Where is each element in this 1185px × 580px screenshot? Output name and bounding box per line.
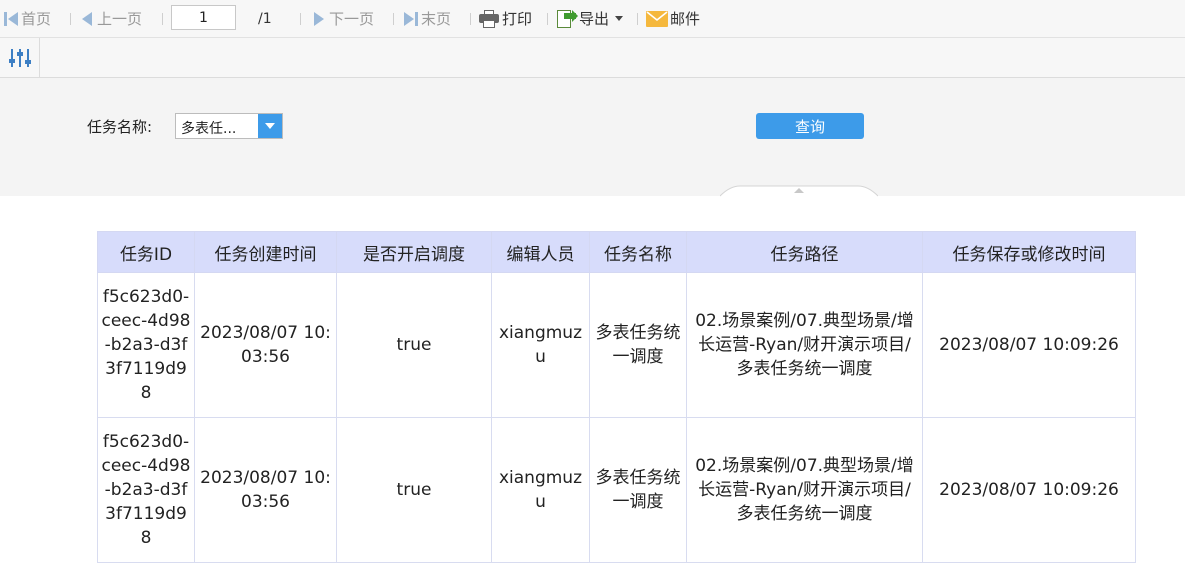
prev-page-button[interactable]: 上一页 [82, 0, 142, 37]
toolbar-divider [70, 13, 71, 25]
print-label: 打印 [502, 10, 533, 28]
table-header-row: 任务ID 任务创建时间 是否开启调度 编辑人员 任务名称 任务路径 任务保存或修… [97, 231, 1136, 273]
task-path-cell: 02.场景案例/07.典型场景/增长运营-Ryan/财开演示项目/多表任务统一调… [686, 272, 923, 418]
last-page-button[interactable]: 末页 [404, 0, 451, 37]
parameter-panel-toggle[interactable] [0, 38, 40, 77]
created-time-cell: 2023/08/07 10:03:56 [194, 272, 337, 418]
mail-label: 邮件 [670, 10, 701, 28]
toolbar-divider [393, 13, 394, 25]
task-name-cell: 多表任务统一调度 [589, 272, 687, 418]
schedule-enabled-cell: true [336, 272, 492, 418]
next-page-button[interactable]: 下一页 [314, 0, 374, 37]
schedule-enabled-cell: true [336, 417, 492, 563]
column-header: 是否开启调度 [336, 231, 492, 273]
dropdown-button[interactable] [258, 114, 282, 138]
modified-time-cell: 2023/08/07 10:09:26 [922, 417, 1136, 563]
table-row: f5c623d0-ceec-4d98-b2a3-d3f3f7119d98 202… [97, 272, 1136, 418]
mail-button[interactable]: 邮件 [646, 0, 700, 37]
toolbar-divider [637, 13, 638, 25]
toolbar-divider [547, 13, 548, 25]
column-header: 任务保存或修改时间 [922, 231, 1136, 273]
report-toolbar: 首页 上一页 /1 下一页 末页 打印 导出 邮件 [0, 0, 1185, 38]
chevron-down-icon [265, 123, 275, 129]
total-pages: /1 [258, 10, 272, 27]
export-label: 导出 [579, 10, 610, 28]
print-button[interactable]: 打印 [479, 0, 532, 37]
column-header: 任务创建时间 [194, 231, 337, 273]
prev-page-icon [82, 11, 92, 26]
toolbar-divider [300, 13, 301, 25]
first-page-icon [4, 11, 18, 26]
task-name-select[interactable]: 多表任... [175, 113, 283, 139]
sliders-icon [8, 48, 31, 67]
column-header: 编辑人员 [491, 231, 590, 273]
export-icon [556, 9, 578, 29]
column-header: 任务名称 [589, 231, 687, 273]
first-page-button[interactable]: 首页 [4, 0, 51, 37]
toolbar-divider [470, 13, 471, 25]
collapse-panel-handle[interactable] [720, 185, 878, 199]
mail-icon [646, 10, 668, 27]
first-page-label: 首页 [21, 10, 52, 28]
column-header: 任务ID [97, 231, 195, 273]
table-row: f5c623d0-ceec-4d98-b2a3-d3f3f7119d98 202… [97, 417, 1136, 563]
parameter-toggle-bar [0, 38, 1185, 78]
modified-time-cell: 2023/08/07 10:09:26 [922, 272, 1136, 418]
chevron-down-icon [615, 16, 624, 21]
editor-cell: xiangmuzu [491, 272, 590, 418]
next-page-label: 下一页 [329, 10, 375, 28]
toolbar-divider [162, 13, 163, 25]
task-name-value: 多表任... [181, 121, 237, 137]
export-button[interactable]: 导出 [556, 0, 624, 37]
task-name-label: 任务名称: [87, 118, 153, 136]
query-button[interactable]: 查询 [756, 113, 864, 139]
query-panel: 任务名称: 多表任... 查询 [0, 78, 1185, 196]
next-page-icon [314, 11, 324, 26]
task-id-cell: f5c623d0-ceec-4d98-b2a3-d3f3f7119d98 [97, 417, 195, 563]
last-page-icon [404, 11, 418, 26]
task-id-cell: f5c623d0-ceec-4d98-b2a3-d3f3f7119d98 [97, 272, 195, 418]
printer-icon [479, 9, 499, 28]
prev-page-label: 上一页 [97, 10, 143, 28]
task-path-cell: 02.场景案例/07.典型场景/增长运营-Ryan/财开演示项目/多表任务统一调… [686, 417, 923, 563]
column-header: 任务路径 [686, 231, 923, 273]
created-time-cell: 2023/08/07 10:03:56 [194, 417, 337, 563]
page-number-input[interactable] [171, 5, 236, 30]
task-table: 任务ID 任务创建时间 是否开启调度 编辑人员 任务名称 任务路径 任务保存或修… [97, 231, 1136, 563]
last-page-label: 末页 [421, 10, 452, 28]
task-name-cell: 多表任务统一调度 [589, 417, 687, 563]
editor-cell: xiangmuzu [491, 417, 590, 563]
